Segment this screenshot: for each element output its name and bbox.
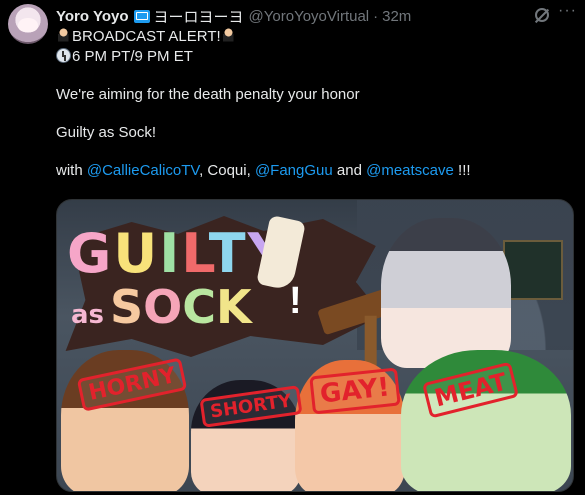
clock-emoji-icon [56,48,71,63]
judge-emoji-icon [220,28,236,43]
with-line: with @CallieCalicoTV, Coqui, @FangGuu an… [56,162,471,179]
mention-calliecalicotv[interactable]: @CallieCalicoTV [87,162,199,179]
display-name[interactable]: Yoro Yoyo [56,8,129,25]
title-text: Guilty as Sock! [56,124,157,141]
mention-meatscave[interactable]: @meatscave [366,162,454,179]
name-katakana[interactable]: ヨーロヨーヨ [154,6,244,27]
timestamp[interactable]: 32m [382,8,411,25]
handle[interactable]: @YoroYoyoVirtual [249,8,370,25]
tv-badge-icon [133,9,150,23]
separator: · [373,7,379,25]
logo-guilty: GUILTY [67,222,287,285]
alert-line: BROADCAST ALERT! [56,27,573,47]
mention-fangguu[interactable]: @FangGuu [255,162,333,179]
judge-emoji-icon [56,28,71,43]
time-text: 6 PM PT/9 PM ET [72,48,193,65]
media-image[interactable]: GUILTY asSOCK ! HORNY SHORTY GAY! MEAT [56,199,574,492]
time-line: 6 PM PT/9 PM ET [56,47,573,67]
tweet-text: BROADCAST ALERT! 6 PM PT/9 PM ET We're a… [56,27,573,181]
avatar[interactable] [8,4,48,44]
aim-text: We're aiming for the death penalty your … [56,86,360,103]
background-screen [503,240,563,300]
logo-as-sock: as SOCK [71,280,252,334]
tweet-header: Yoro Yoyo ヨーロヨーヨ @YoroYoyoVirtual · 32m [56,6,545,26]
grok-icon[interactable] [535,8,549,22]
character-police [381,218,511,368]
logo-bang: ! [289,280,302,322]
alert-text: BROADCAST ALERT! [72,28,221,45]
more-icon[interactable]: ··· [558,2,577,20]
